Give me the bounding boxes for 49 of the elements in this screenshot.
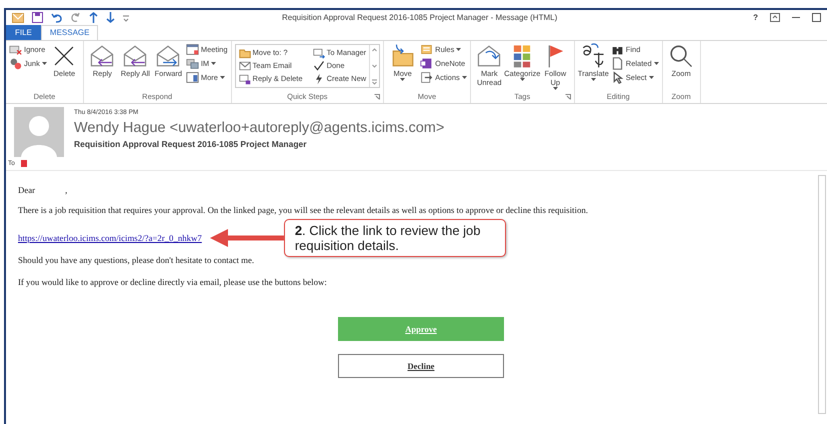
ribbon-tab[interactable]: FILE	[6, 25, 41, 40]
magnifier-icon	[668, 43, 694, 69]
subject-text: Requisition Approval Request 2016-1085 Project Manager	[74, 139, 308, 149]
email-icon	[238, 60, 251, 72]
forward-icon	[155, 43, 182, 69]
save-icon[interactable]	[32, 12, 43, 23]
translate-icon	[580, 43, 606, 69]
chat-icon	[186, 57, 199, 70]
folder-icon	[390, 43, 416, 69]
decline-button[interactable]: Decline	[338, 354, 504, 378]
body-paragraph: There is a job requisition that requires your approval. On the linked page, you will see the relevant details as well as options to approve or decline this requisition.	[18, 205, 589, 215]
dialog-launcher-icon[interactable]	[564, 94, 571, 100]
greeting-text: Dear	[18, 185, 36, 195]
contact-icon	[20, 160, 27, 167]
junk-icon	[9, 57, 22, 70]
reply-all-icon	[122, 43, 148, 69]
mail-icon[interactable]	[12, 12, 24, 22]
notebook-icon	[420, 57, 434, 70]
cursor-icon	[610, 71, 624, 84]
scrollbar[interactable]	[818, 175, 826, 414]
dialog-launcher-icon[interactable]	[374, 94, 380, 100]
down-arrow-icon[interactable]	[106, 12, 115, 23]
actions-icon	[420, 71, 434, 84]
sender-text: Wendy Hague <uwaterloo+autoreply@agents.icims.com>	[74, 120, 444, 136]
window-title: Requisition Approval Request 2016-1085 Project Manager - Message (HTML)	[282, 13, 558, 22]
comma-text: ,	[65, 185, 68, 195]
folder-icon	[238, 46, 251, 58]
help-button[interactable]: ?	[753, 13, 758, 22]
rules-icon	[420, 43, 434, 56]
reply-icon	[89, 43, 116, 69]
document-icon	[610, 57, 624, 70]
avatar-icon	[14, 107, 64, 157]
ribbon-tab[interactable]: MESSAGE	[40, 25, 98, 40]
ribbon-display-icon[interactable]	[770, 13, 780, 22]
meeting-icon	[186, 43, 199, 56]
body-paragraph: Should you have any questions, please don't hesitate to contact me.	[18, 255, 256, 265]
callout-box: 2. Click the link to review the job requisition details.	[284, 219, 506, 257]
minimize-icon[interactable]	[792, 16, 800, 18]
body-paragraph: If you would like to approve or decline directly via email, please use the buttons below:	[18, 277, 328, 287]
customize-icon[interactable]	[123, 14, 129, 22]
requisition-link[interactable]: https://uwaterloo.icims.com/icims2/?a=2r_0_nhkw7	[18, 233, 202, 243]
up-arrow-icon[interactable]	[89, 12, 98, 23]
expand-gallery-icon[interactable]	[370, 77, 380, 87]
maximize-icon[interactable]	[812, 13, 821, 22]
undo-icon[interactable]	[51, 12, 62, 23]
check-icon	[312, 60, 325, 72]
redo-icon[interactable]	[70, 12, 81, 23]
ignore-icon	[9, 43, 22, 56]
more-icon	[186, 71, 199, 84]
